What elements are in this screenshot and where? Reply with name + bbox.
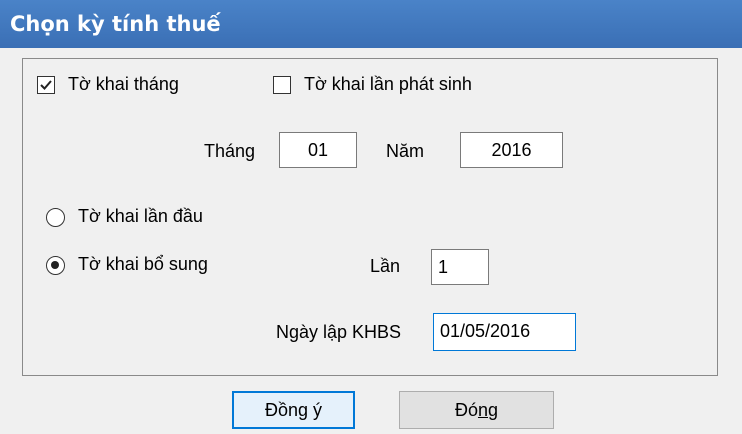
times-label: Lần: [370, 256, 401, 276]
first-declaration-radio[interactable]: [46, 208, 65, 227]
close-button-mnemonic: n: [477, 400, 488, 420]
incidental-checkbox[interactable]: [273, 76, 291, 94]
supplement-declaration-radio[interactable]: [46, 256, 65, 275]
close-button-label-suffix: g: [488, 400, 499, 420]
ok-button-label-suffix: ý: [308, 400, 323, 420]
times-field[interactable]: 1: [431, 249, 489, 285]
period-panel: Tờ khai tháng Tờ khai lần phát sinh Thán…: [22, 58, 718, 376]
year-label: Năm: [386, 141, 425, 161]
first-declaration-label[interactable]: Tờ khai lần đầu: [78, 206, 203, 227]
checkmark-icon: [40, 80, 52, 90]
ok-button[interactable]: Đồng ý: [232, 391, 355, 429]
ok-button-label-prefix: Đồn: [264, 400, 298, 420]
supplement-declaration-label[interactable]: Tờ khai bổ sung: [78, 254, 208, 275]
close-button[interactable]: Đóng: [399, 391, 554, 429]
monthly-label[interactable]: Tờ khai tháng: [68, 74, 179, 95]
month-field[interactable]: 01: [279, 132, 357, 168]
date-field[interactable]: 01/05/2016: [433, 313, 576, 351]
ok-button-mnemonic: g: [298, 400, 309, 420]
incidental-label[interactable]: Tờ khai lần phát sinh: [304, 74, 472, 95]
date-label: Ngày lập KHBS: [276, 322, 402, 342]
close-button-label-prefix: Đó: [454, 400, 478, 420]
radio-selected-dot: [51, 261, 59, 269]
monthly-checkbox[interactable]: [37, 76, 55, 94]
year-field[interactable]: 2016: [460, 132, 563, 168]
window-title: Chọn kỳ tính thuế: [0, 0, 742, 48]
month-label: Tháng: [204, 141, 256, 161]
